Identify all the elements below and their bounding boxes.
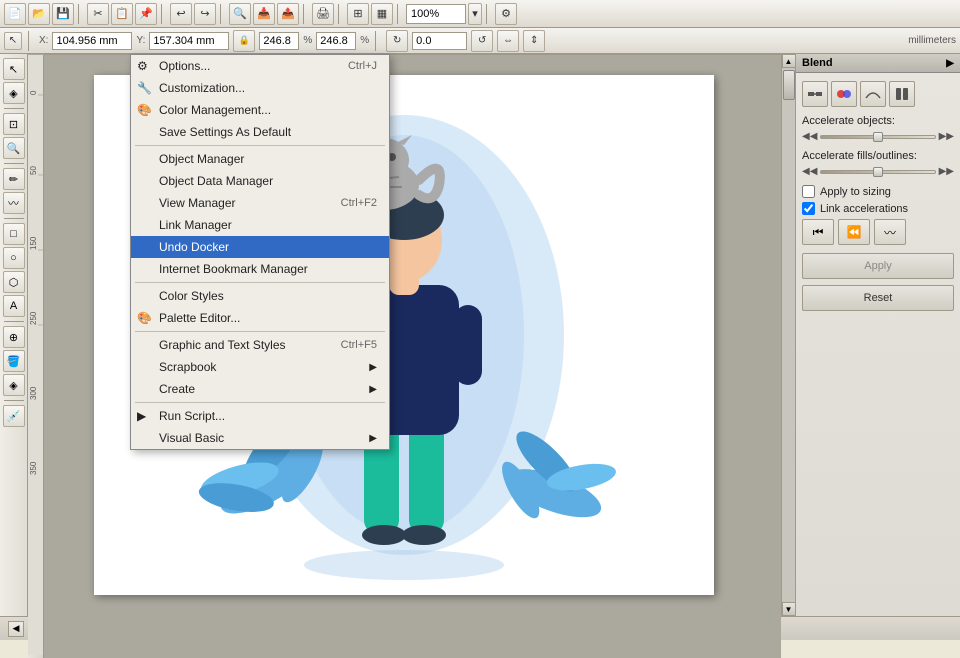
menu-item-run-script[interactable]: ▶ Run Script...	[131, 405, 389, 427]
customization-icon: 🔧	[137, 81, 152, 95]
menu-item-visual-basic[interactable]: Visual Basic ▶	[131, 427, 389, 449]
run-script-icon: ▶	[137, 409, 146, 423]
menu-sep4	[135, 402, 385, 403]
menu-item-save-settings[interactable]: Save Settings As Default	[131, 121, 389, 143]
menu-item-view-manager[interactable]: View Manager Ctrl+F2	[131, 192, 389, 214]
menu-overlay[interactable]: ⚙ Options... Ctrl+J 🔧 Customization... 🎨…	[0, 0, 960, 640]
menu-sep2	[135, 282, 385, 283]
vb-arrow: ▶	[369, 433, 377, 444]
menu-item-scrapbook[interactable]: Scrapbook ▶	[131, 356, 389, 378]
menu-item-object-manager[interactable]: Object Manager	[131, 148, 389, 170]
menu-sep3	[135, 331, 385, 332]
scrapbook-arrow: ▶	[369, 362, 377, 373]
menu-item-undo-docker[interactable]: Undo Docker	[131, 236, 389, 258]
menu-item-create[interactable]: Create ▶	[131, 378, 389, 400]
create-arrow: ▶	[369, 384, 377, 395]
menu-sep1	[135, 145, 385, 146]
menu-item-customization[interactable]: 🔧 Customization...	[131, 77, 389, 99]
options-icon: ⚙	[137, 59, 148, 73]
menu-item-internet-bookmark[interactable]: Internet Bookmark Manager	[131, 258, 389, 280]
menu-item-graphic-text[interactable]: Graphic and Text Styles Ctrl+F5	[131, 334, 389, 356]
menu-item-object-data[interactable]: Object Data Manager	[131, 170, 389, 192]
palette-icon: 🎨	[137, 311, 152, 325]
color-mgmt-icon: 🎨	[137, 103, 152, 117]
tools-dropdown-menu: ⚙ Options... Ctrl+J 🔧 Customization... 🎨…	[130, 54, 390, 450]
menu-item-color-mgmt[interactable]: 🎨 Color Management...	[131, 99, 389, 121]
menu-item-link-manager[interactable]: Link Manager	[131, 214, 389, 236]
menu-item-palette-editor[interactable]: 🎨 Palette Editor...	[131, 307, 389, 329]
menu-item-options[interactable]: ⚙ Options... Ctrl+J	[131, 55, 389, 77]
menu-item-color-styles[interactable]: Color Styles	[131, 285, 389, 307]
